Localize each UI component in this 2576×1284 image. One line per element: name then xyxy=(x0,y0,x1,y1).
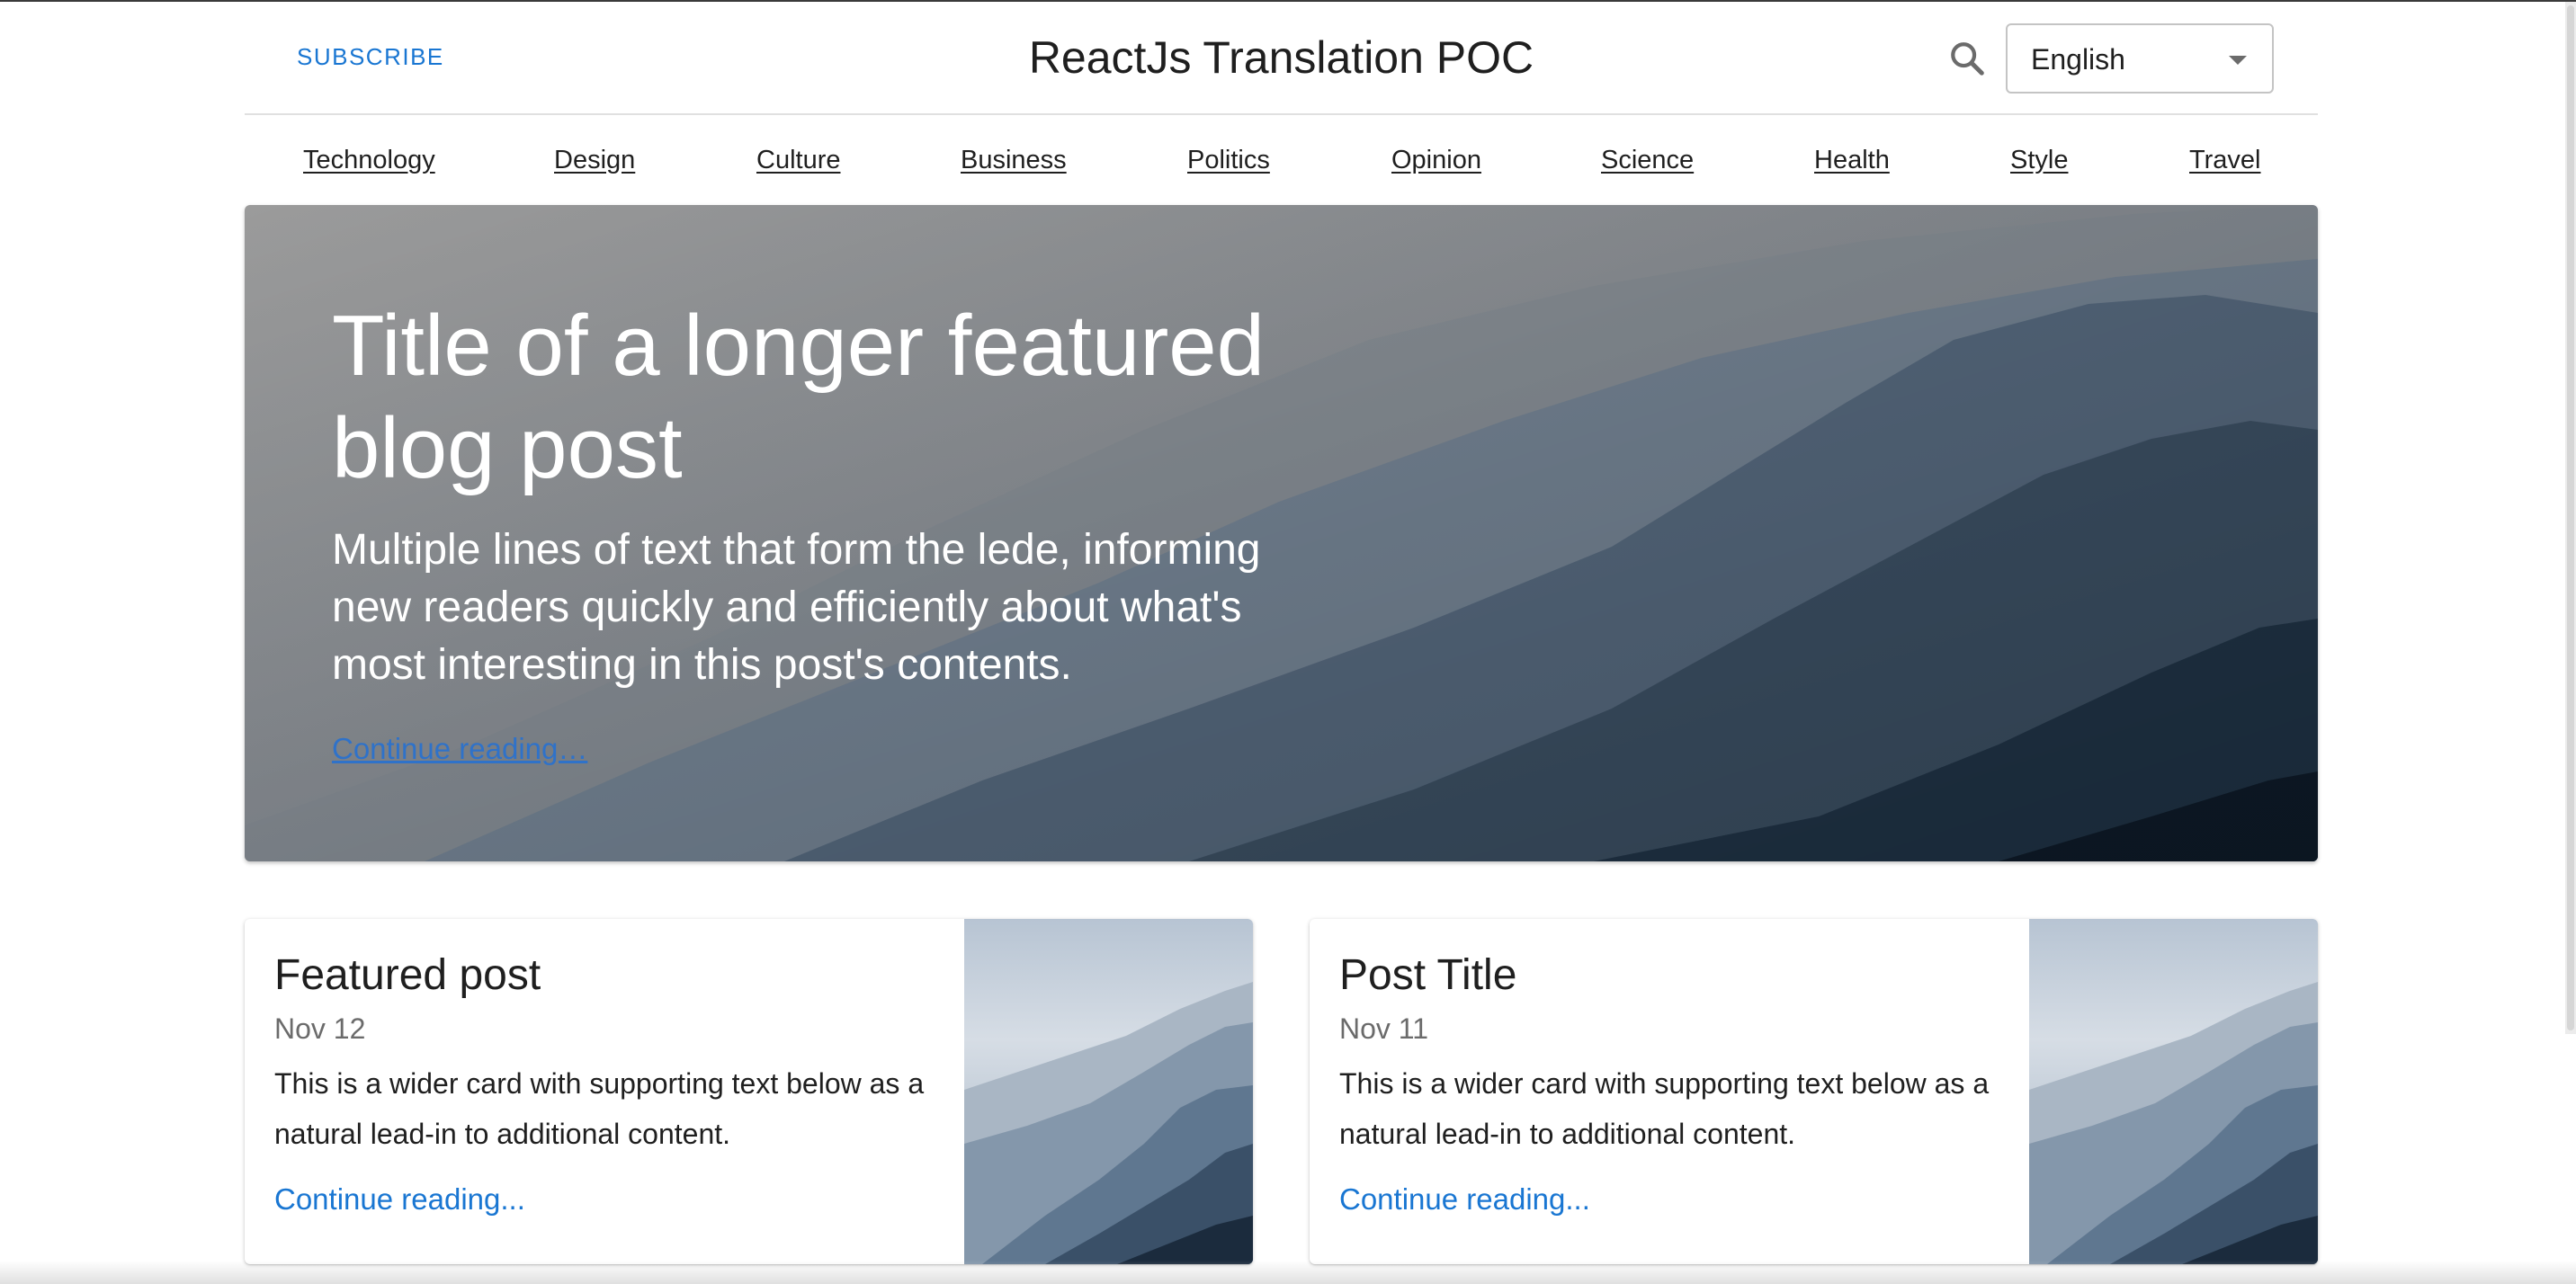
nav-item-style[interactable]: Style xyxy=(2010,146,2068,175)
card-date: Nov 11 xyxy=(1339,1012,1429,1045)
nav-item-science[interactable]: Science xyxy=(1601,146,1694,175)
nav-item-business[interactable]: Business xyxy=(961,146,1067,175)
nav-item-health[interactable]: Health xyxy=(1814,146,1890,175)
hero-continue-reading-link[interactable]: Continue reading… xyxy=(332,732,587,766)
hero-featured-post: Title of a longer featured blog post Mul… xyxy=(245,205,2318,861)
nav-item-opinion[interactable]: Opinion xyxy=(1391,146,1481,175)
scrollbar-thumb[interactable] xyxy=(2567,5,2574,1030)
nav-item-travel[interactable]: Travel xyxy=(2189,146,2261,175)
site-header: Subscribe ReactJs Translation POC Englis… xyxy=(245,2,2318,115)
language-select-value: English xyxy=(2031,43,2125,76)
nav-item-culture[interactable]: Culture xyxy=(756,146,841,175)
nav-item-politics[interactable]: Politics xyxy=(1187,146,1270,175)
page-scrollbar[interactable] xyxy=(2565,2,2576,1034)
card-title: Post Title xyxy=(1339,951,1517,999)
card-date: Nov 12 xyxy=(274,1012,366,1045)
card-title: Featured post xyxy=(274,951,541,999)
search-icon[interactable] xyxy=(1946,38,1988,79)
card-body: Post Title Nov 11 This is a wider card w… xyxy=(1339,950,2023,1217)
card-continue-reading-link[interactable]: Continue reading... xyxy=(1339,1182,1590,1217)
language-select[interactable]: English xyxy=(2006,23,2274,94)
card-text: This is a wider card with supporting tex… xyxy=(1339,1067,1990,1150)
card-mountain-image xyxy=(2029,919,2318,1264)
bottom-fade xyxy=(0,1261,2576,1284)
card-mountain-image xyxy=(964,919,1253,1264)
caret-down-icon xyxy=(2229,56,2247,65)
card-body: Featured post Nov 12 This is a wider car… xyxy=(274,950,958,1217)
page: Subscribe ReactJs Translation POC Englis… xyxy=(245,2,2318,1264)
hero-title: Title of a longer featured blog post xyxy=(332,298,1266,496)
hero-lede: Multiple lines of text that form the led… xyxy=(332,526,1261,689)
card-continue-reading-link[interactable]: Continue reading... xyxy=(274,1182,525,1217)
nav-item-design[interactable]: Design xyxy=(554,146,635,175)
card-text: This is a wider card with supporting tex… xyxy=(274,1067,925,1150)
featured-post-card[interactable]: Featured post Nov 12 This is a wider car… xyxy=(245,919,1253,1264)
post-card[interactable]: Post Title Nov 11 This is a wider card w… xyxy=(1310,919,2318,1264)
category-nav: Technology Design Culture Business Polit… xyxy=(245,115,2318,205)
nav-item-technology[interactable]: Technology xyxy=(303,146,435,175)
